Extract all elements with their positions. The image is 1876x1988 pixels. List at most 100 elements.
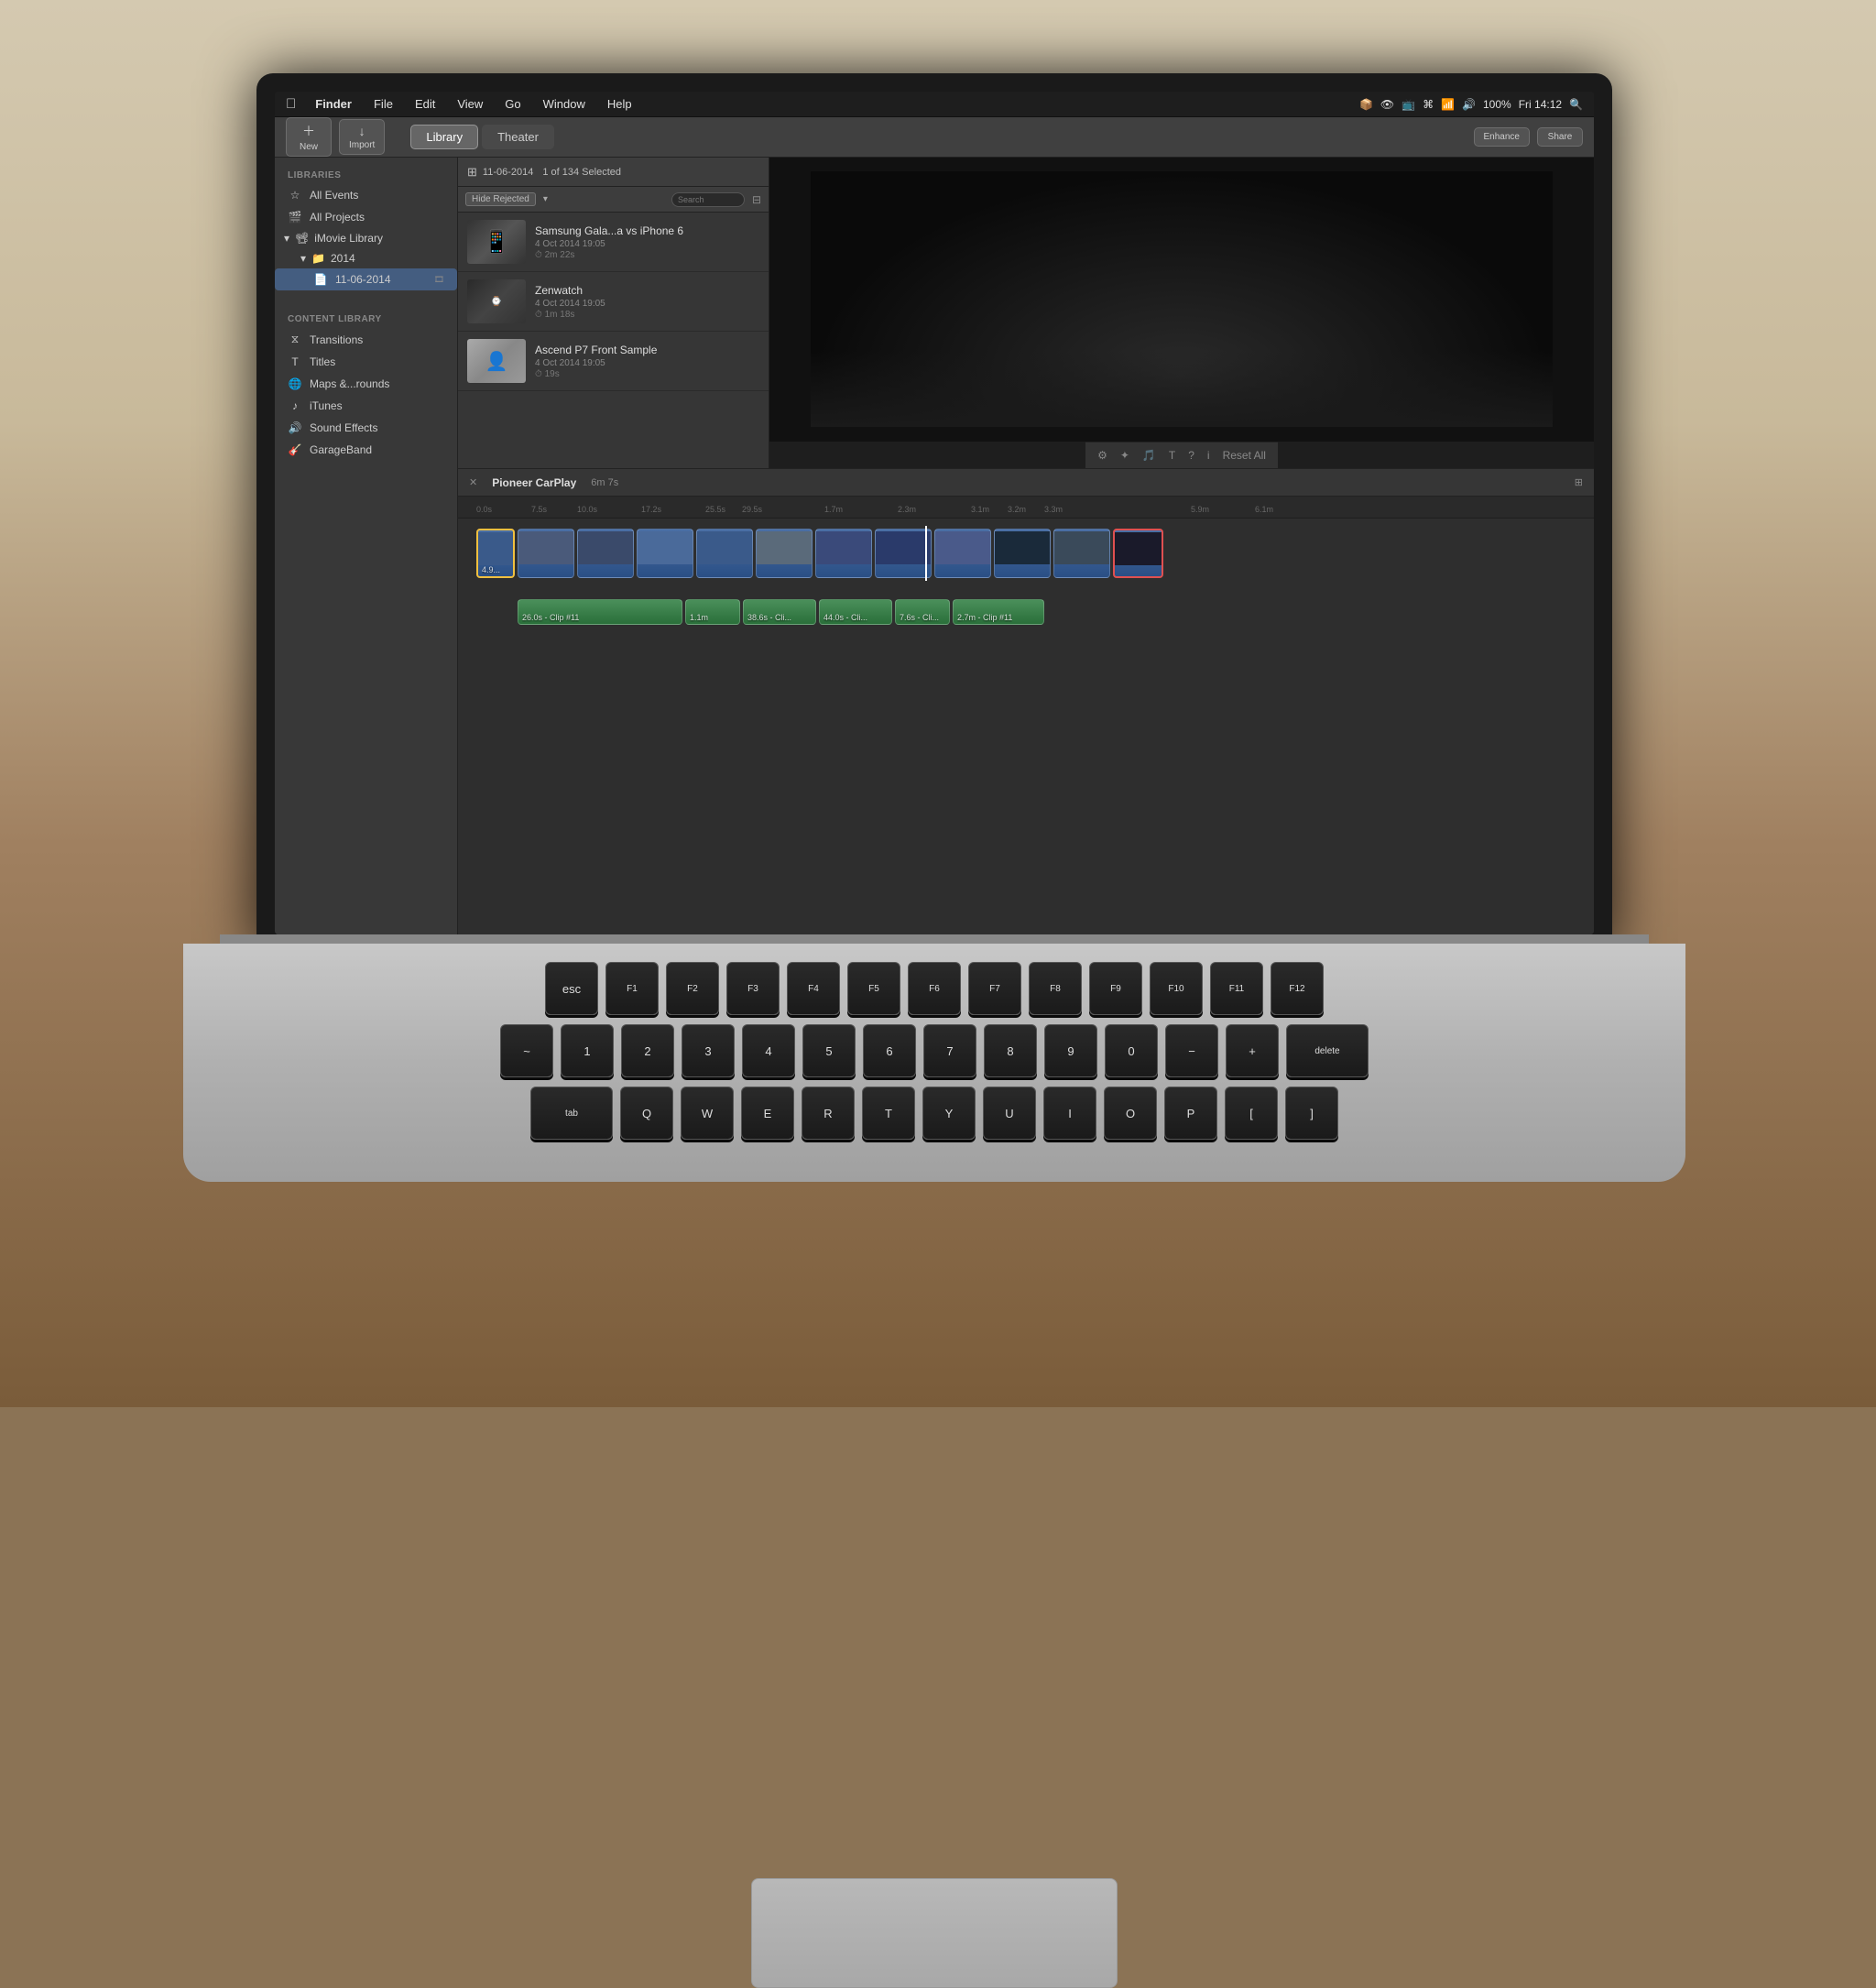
key-u[interactable]: U	[983, 1087, 1036, 1140]
key-6[interactable]: 6	[863, 1024, 916, 1077]
key-f5[interactable]: F5	[847, 962, 900, 1015]
audio-clip-2[interactable]: 1.1m	[685, 599, 740, 625]
sidebar-sound-effects[interactable]: 🔊 Sound Effects	[275, 417, 457, 439]
key-bracket-right[interactable]: ]	[1285, 1087, 1338, 1140]
clip-5[interactable]	[696, 529, 753, 578]
audio-clip-1[interactable]: 26.0s - Clip #11	[518, 599, 682, 625]
menu-view[interactable]: View	[453, 95, 487, 113]
key-f10[interactable]: F10	[1150, 962, 1203, 1015]
audio-clip-4[interactable]: 44.0s - Cli...	[819, 599, 892, 625]
key-q[interactable]: Q	[620, 1087, 673, 1140]
new-button[interactable]: ＋ New	[286, 117, 332, 157]
clip-7[interactable]	[815, 529, 872, 578]
event-item-ascend[interactable]: 👤 Ascend P7 Front Sample 4 Oct 2014 19:0…	[458, 332, 769, 391]
preview-adjust-icon[interactable]: ✦	[1116, 447, 1134, 464]
preview-reset-btn[interactable]: Reset All	[1218, 447, 1271, 464]
key-y[interactable]: Y	[922, 1087, 976, 1140]
key-f12[interactable]: F12	[1271, 962, 1324, 1015]
enhance-button[interactable]: Enhance	[1474, 127, 1530, 147]
menu-file[interactable]: File	[369, 95, 398, 113]
view-toggle-icon[interactable]: ⊟	[752, 193, 761, 206]
key-2[interactable]: 2	[621, 1024, 674, 1077]
key-f8[interactable]: F8	[1029, 962, 1082, 1015]
tab-theater[interactable]: Theater	[482, 125, 554, 149]
key-esc[interactable]: esc	[545, 962, 598, 1015]
key-plus[interactable]: +	[1226, 1024, 1279, 1077]
clip-10[interactable]	[994, 529, 1051, 578]
key-r[interactable]: R	[802, 1087, 855, 1140]
clip-1[interactable]: 4.9...	[476, 529, 515, 578]
hide-rejected-btn[interactable]: Hide Rejected	[465, 192, 536, 206]
key-7[interactable]: 7	[923, 1024, 976, 1077]
menu-finder[interactable]: Finder	[311, 95, 356, 113]
sidebar-garageband[interactable]: 🎸 GarageBand	[275, 439, 457, 461]
key-0[interactable]: 0	[1105, 1024, 1158, 1077]
clip-11[interactable]	[1053, 529, 1110, 578]
key-tilde[interactable]: ~	[500, 1024, 553, 1077]
key-8[interactable]: 8	[984, 1024, 1037, 1077]
key-5[interactable]: 5	[802, 1024, 856, 1077]
apple-logo-icon[interactable]: 	[286, 96, 296, 112]
key-f6[interactable]: F6	[908, 962, 961, 1015]
sidebar-imovie-library[interactable]: ▾ 📽 iMovie Library	[275, 228, 457, 248]
event-search-input[interactable]	[671, 192, 745, 207]
zoom-icon[interactable]: ⊞	[1575, 476, 1583, 488]
sidebar-date-folder[interactable]: 📄 11-06-2014 🎞	[275, 268, 457, 290]
key-w[interactable]: W	[681, 1087, 734, 1140]
key-f11[interactable]: F11	[1210, 962, 1263, 1015]
sidebar-item-all-events[interactable]: ☆ All Events	[275, 184, 457, 206]
preview-info-icon[interactable]: i	[1203, 447, 1215, 464]
sidebar-transitions[interactable]: ⧖ Transitions	[275, 328, 457, 351]
key-i[interactable]: I	[1043, 1087, 1096, 1140]
audio-clip-5[interactable]: 7.6s - Cli...	[895, 599, 950, 625]
key-3[interactable]: 3	[682, 1024, 735, 1077]
key-f7[interactable]: F7	[968, 962, 1021, 1015]
key-o[interactable]: O	[1104, 1087, 1157, 1140]
key-f4[interactable]: F4	[787, 962, 840, 1015]
key-4[interactable]: 4	[742, 1024, 795, 1077]
audio-clip-3[interactable]: 38.6s - Cli...	[743, 599, 816, 625]
clip-8[interactable]	[875, 529, 932, 578]
sidebar-2014[interactable]: ▾ 📁 2014	[275, 248, 457, 268]
close-timeline-icon[interactable]: ✕	[469, 476, 477, 488]
preview-settings-icon[interactable]: ⚙	[1093, 447, 1112, 464]
preview-title-icon[interactable]: T	[1164, 447, 1180, 464]
key-p[interactable]: P	[1164, 1087, 1217, 1140]
sidebar-item-all-projects[interactable]: 🎬 All Projects	[275, 206, 457, 228]
preview-help-icon[interactable]: ?	[1183, 447, 1199, 464]
clip-12-selected[interactable]	[1113, 529, 1163, 578]
import-button[interactable]: ↓ Import	[339, 119, 385, 155]
key-t[interactable]: T	[862, 1087, 915, 1140]
preview-audio-icon[interactable]: 🎵	[1138, 447, 1161, 464]
sidebar-titles[interactable]: T Titles	[275, 351, 457, 373]
key-f2[interactable]: F2	[666, 962, 719, 1015]
clip-2[interactable]	[518, 529, 574, 578]
tab-library[interactable]: Library	[410, 125, 478, 149]
clip-4[interactable]	[637, 529, 693, 578]
menu-edit[interactable]: Edit	[410, 95, 440, 113]
key-delete[interactable]: delete	[1286, 1024, 1369, 1077]
key-tab[interactable]: tab	[530, 1087, 613, 1140]
key-f3[interactable]: F3	[726, 962, 780, 1015]
clip-6[interactable]	[756, 529, 813, 578]
menu-go[interactable]: Go	[500, 95, 525, 113]
event-item-zenwatch[interactable]: ⌚ Zenwatch 4 Oct 2014 19:05 ⏱ 1m 18s	[458, 272, 769, 332]
trackpad[interactable]	[751, 1878, 1118, 1988]
key-f1[interactable]: F1	[605, 962, 659, 1015]
event-item-samsung[interactable]: 📱 Samsung Gala...a vs iPhone 6 4 Oct 201…	[458, 213, 769, 272]
sidebar-itunes[interactable]: ♪ iTunes	[275, 395, 457, 417]
audio-clip-6[interactable]: 2.7m - Clip #11	[953, 599, 1044, 625]
key-9[interactable]: 9	[1044, 1024, 1097, 1077]
key-f9[interactable]: F9	[1089, 962, 1142, 1015]
clip-3[interactable]	[577, 529, 634, 578]
clip-9[interactable]	[934, 529, 991, 578]
key-e[interactable]: E	[741, 1087, 794, 1140]
key-1[interactable]: 1	[561, 1024, 614, 1077]
key-bracket-left[interactable]: [	[1225, 1087, 1278, 1140]
sidebar-maps[interactable]: 🌐 Maps &...rounds	[275, 373, 457, 395]
key-minus[interactable]: −	[1165, 1024, 1218, 1077]
search-icon[interactable]: 🔍	[1569, 98, 1583, 111]
share-button[interactable]: Share	[1537, 127, 1583, 147]
menu-window[interactable]: Window	[539, 95, 590, 113]
menu-help[interactable]: Help	[603, 95, 637, 113]
